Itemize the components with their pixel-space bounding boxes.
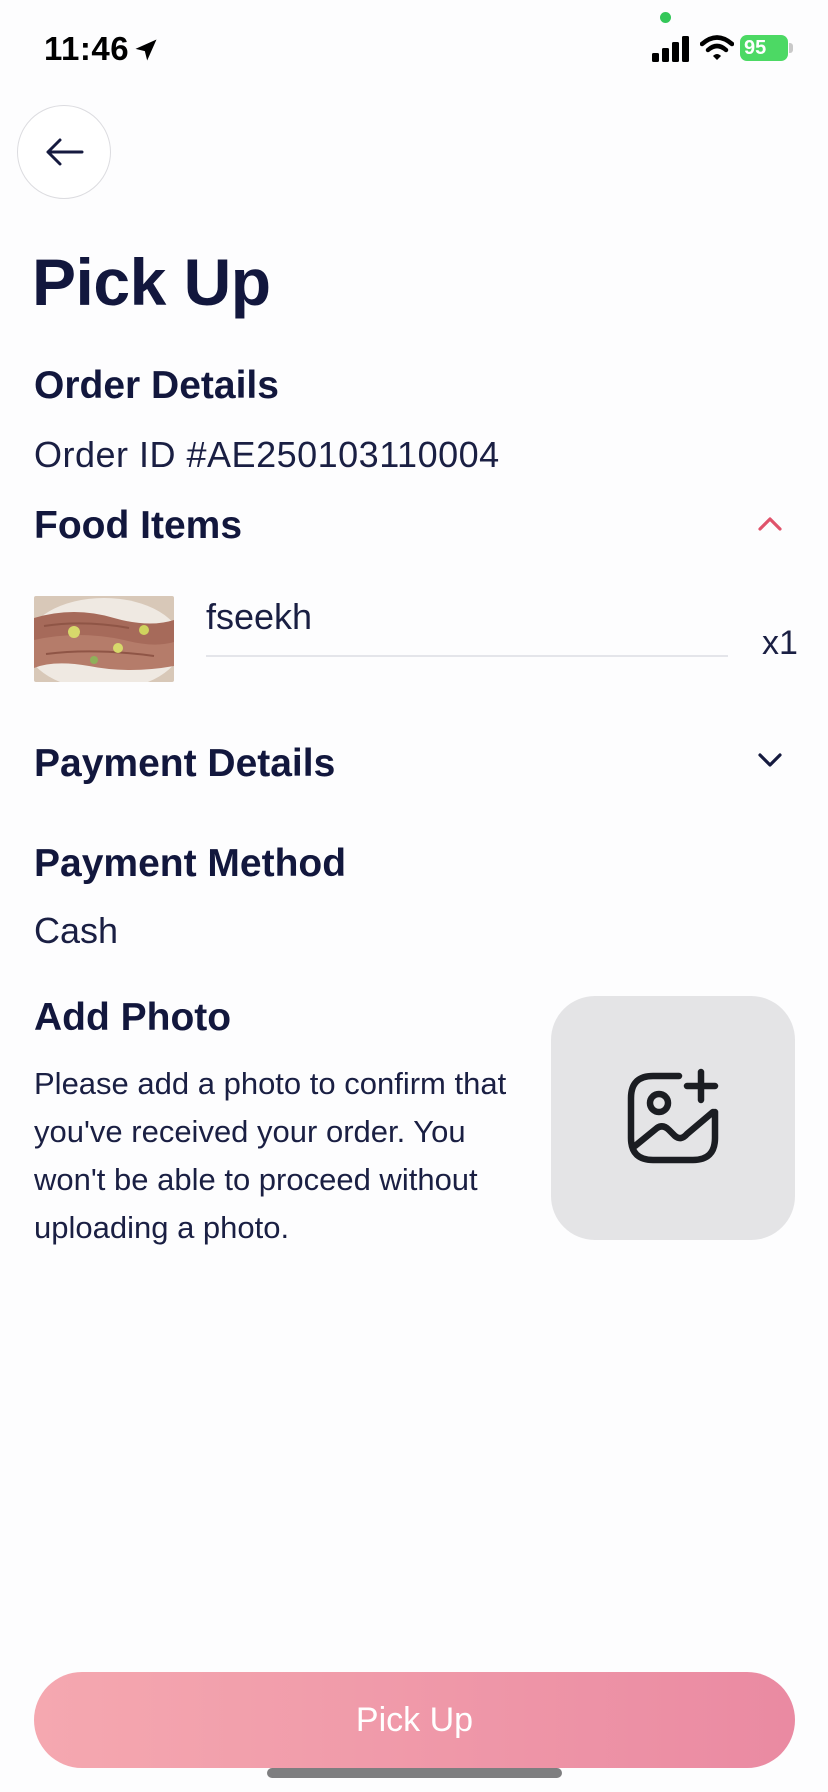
pick-up-button[interactable]: Pick Up (34, 1672, 795, 1768)
food-items-heading[interactable]: Food Items (34, 504, 242, 548)
chevron-down-icon[interactable] (756, 746, 784, 774)
order-id: Order ID #AE250103110004 (34, 434, 500, 475)
food-item-divider (206, 655, 728, 657)
food-item-quantity: x1 (762, 624, 798, 662)
food-item-name: fseekh (206, 596, 313, 637)
order-details-heading: Order Details (34, 364, 279, 407)
food-item-row: fseekh x1 (34, 596, 798, 684)
cellular-signal-icon (652, 36, 689, 62)
add-photo-description: Please add a photo to confirm that you'v… (34, 1066, 507, 1245)
add-photo-button[interactable] (551, 996, 795, 1240)
page-title: Pick Up (32, 245, 271, 319)
status-time: 11:46 (44, 30, 130, 67)
battery-cap (789, 43, 793, 53)
location-arrow-icon (135, 39, 157, 61)
add-photo-heading: Add Photo (34, 996, 232, 1039)
status-bar: 11:46 95 (0, 0, 828, 100)
payment-method-value: Cash (34, 910, 119, 951)
payment-method-heading: Payment Method (34, 842, 347, 885)
pick-up-button-label: Pick Up (355, 1700, 474, 1739)
wifi-icon (700, 35, 734, 60)
battery-indicator: 95 (740, 35, 788, 61)
home-indicator (267, 1768, 562, 1778)
image-add-icon (627, 1068, 719, 1164)
battery-level: 95 (744, 37, 767, 59)
food-item-image (34, 596, 174, 682)
back-button[interactable] (17, 105, 111, 199)
chevron-up-icon[interactable] (756, 510, 784, 538)
arrow-left-icon (46, 138, 84, 166)
payment-details-heading[interactable]: Payment Details (34, 742, 335, 786)
privacy-indicator-dot (660, 12, 671, 23)
